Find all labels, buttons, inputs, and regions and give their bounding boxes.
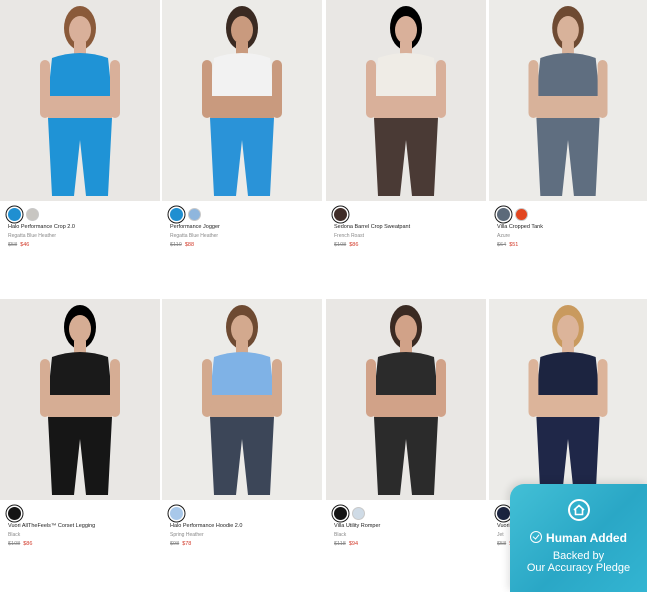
sale-price: $94: [348, 541, 359, 547]
color-swatch[interactable]: [170, 507, 183, 520]
product-image[interactable]: [489, 0, 647, 201]
check-circle-icon: [530, 531, 543, 543]
color-swatch[interactable]: [497, 208, 510, 221]
accuracy-pledge-badge[interactable]: Human Added Backed by Our Accuracy Pledg…: [510, 484, 647, 592]
color-swatch[interactable]: [188, 208, 201, 221]
original-price: $118: [334, 541, 346, 547]
color-swatches: [170, 208, 201, 221]
home-logo-icon: [568, 499, 590, 521]
product-image[interactable]: [326, 0, 486, 201]
original-price: $108: [334, 242, 347, 248]
badge-title: Human Added: [510, 531, 647, 545]
color-swatch[interactable]: [26, 208, 39, 221]
product-image[interactable]: [162, 299, 322, 500]
original-price: $98: [170, 541, 180, 547]
color-swatch[interactable]: [8, 507, 21, 520]
product-color-name: French Roast: [334, 233, 365, 239]
product-color-name: Regatta Blue Heather: [8, 233, 57, 239]
color-swatches: [334, 208, 347, 221]
product-name[interactable]: Villa Cropped Tank: [497, 224, 543, 230]
product-prices: $108 $86: [334, 242, 358, 248]
product-name[interactable]: Performance Jogger: [170, 224, 220, 230]
color-swatch[interactable]: [497, 507, 510, 520]
product-color-name: Black: [8, 532, 21, 538]
sale-price: $86: [349, 242, 359, 248]
product-name[interactable]: Vuori AllTheFeels™ Corset Legging: [8, 523, 95, 529]
original-price: $58: [497, 541, 507, 547]
color-swatches: [170, 507, 183, 520]
product-color-name: Spring Heather: [170, 532, 204, 538]
product-image[interactable]: [489, 299, 647, 500]
product-image[interactable]: [326, 299, 486, 500]
product-prices: $118 $94: [334, 541, 358, 547]
sale-price: $88: [184, 242, 195, 248]
sale-price: $86: [23, 541, 33, 547]
product-name[interactable]: Villa Utility Romper: [334, 523, 380, 529]
product-prices: $108 $86: [8, 541, 32, 547]
product-color-name: Regatta Blue Heather: [170, 233, 219, 239]
product-name[interactable]: Sedona Barrel Crop Sweatpant: [334, 224, 410, 230]
product-image[interactable]: [0, 0, 160, 201]
product-prices: $98 $78: [170, 541, 191, 547]
badge-title-text: Human Added: [546, 531, 627, 545]
badge-subtitle-line-2: Our Accuracy Pledge: [526, 562, 631, 574]
color-swatches: [334, 507, 365, 520]
color-swatch[interactable]: [8, 208, 21, 221]
color-swatch[interactable]: [170, 208, 183, 221]
product-color-name: Azure: [497, 233, 511, 239]
original-price: $110: [170, 242, 182, 248]
product-prices: $64 $51: [497, 242, 518, 248]
original-price: $64: [497, 242, 507, 248]
color-swatch[interactable]: [515, 208, 528, 221]
color-swatches: [8, 208, 39, 221]
sale-price: $51: [509, 242, 519, 248]
color-swatch[interactable]: [334, 507, 347, 520]
color-swatch[interactable]: [334, 208, 347, 221]
original-price: $58: [8, 242, 18, 248]
original-price: $108: [8, 541, 21, 547]
product-image[interactable]: [0, 299, 160, 500]
product-color-name: Black: [334, 532, 347, 538]
product-name[interactable]: Halo Performance Crop 2.0: [8, 224, 75, 230]
badge-subtitle-line-1: Backed by: [552, 550, 605, 562]
color-swatches: [8, 507, 21, 520]
product-color-name: Jet: [497, 532, 504, 538]
color-swatches: [497, 507, 510, 520]
sale-price: $78: [182, 541, 192, 547]
color-swatches: [497, 208, 528, 221]
product-prices: $110 $88: [170, 242, 194, 248]
product-name[interactable]: Halo Performance Hoodie 2.0: [170, 523, 242, 529]
sale-price: $46: [20, 242, 30, 248]
product-prices: $58$46: [8, 242, 29, 248]
product-image[interactable]: [162, 0, 322, 201]
color-swatch[interactable]: [352, 507, 365, 520]
